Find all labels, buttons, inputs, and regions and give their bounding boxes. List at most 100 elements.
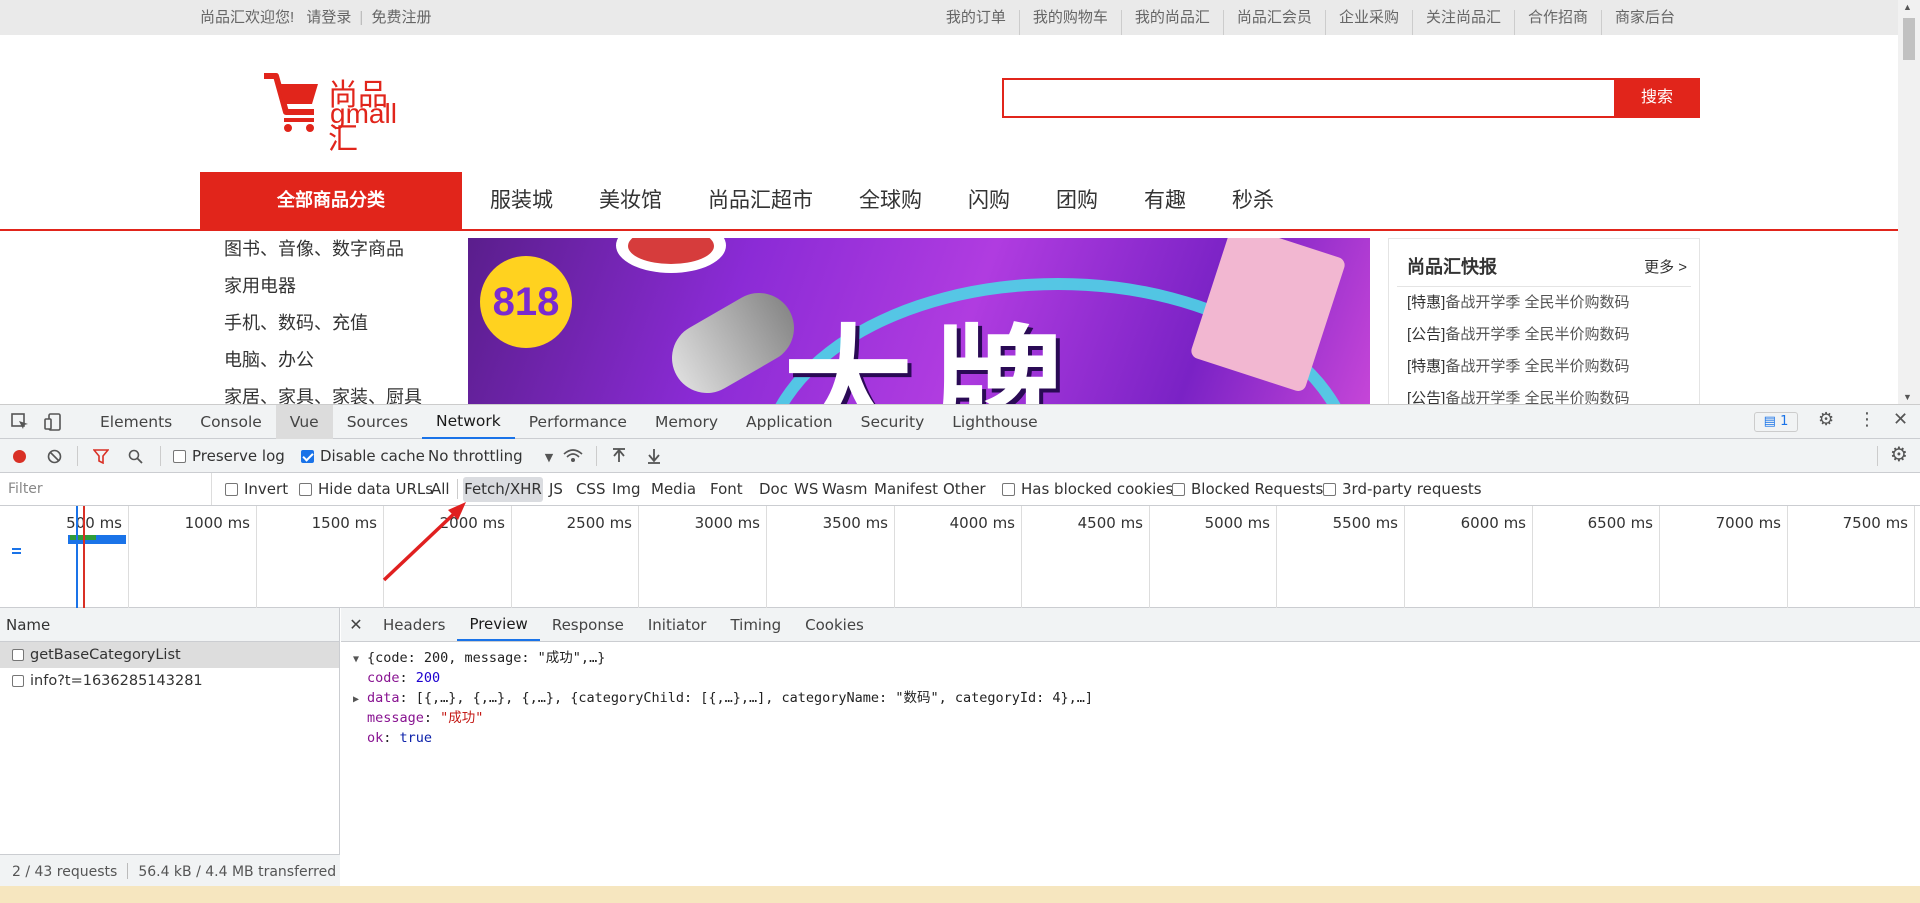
type-filter-ws[interactable]: WS — [794, 473, 818, 505]
all-categories-button[interactable]: 全部商品分类 — [200, 172, 462, 229]
type-filter-all[interactable]: All — [431, 473, 450, 505]
type-filter-media[interactable]: Media — [651, 473, 696, 505]
request-row[interactable]: info?t=1636285143281 — [0, 668, 339, 694]
preview-data-key: data — [367, 690, 400, 706]
settings-gear-icon[interactable]: ⚙ — [1818, 409, 1834, 430]
detail-tab-initiator[interactable]: Initiator — [636, 608, 719, 641]
more-options-icon[interactable]: ⋮ — [1858, 409, 1876, 430]
promo-banner[interactable]: 818 大牌 — [468, 238, 1370, 404]
nav-link[interactable]: 有趣 — [1116, 172, 1186, 229]
invert-checkbox[interactable]: Invert — [225, 473, 288, 505]
has-blocked-cookies-checkbox[interactable]: Has blocked cookies — [1002, 473, 1173, 505]
clear-icon[interactable] — [47, 449, 62, 464]
close-detail-icon[interactable]: ✕ — [341, 608, 371, 641]
expanded-triangle-icon[interactable]: ▼ — [353, 650, 367, 670]
top-link[interactable]: 关注尚品汇 — [1411, 10, 1514, 35]
top-link[interactable]: 我的订单 — [933, 10, 1019, 35]
type-filter-img[interactable]: Img — [612, 473, 641, 505]
nav-link[interactable]: 闪购 — [940, 172, 1010, 229]
devtools-tab-vue[interactable]: Vue — [275, 405, 333, 439]
register-link[interactable]: 免费注册 — [371, 9, 431, 26]
type-filter-js[interactable]: JS — [549, 473, 563, 505]
network-conditions-icon[interactable] — [563, 448, 583, 464]
export-har-icon[interactable] — [647, 448, 661, 464]
type-filter-font[interactable]: Font — [710, 473, 743, 505]
nav-link[interactable]: 全球购 — [831, 172, 922, 229]
top-link[interactable]: 合作招商 — [1513, 10, 1601, 35]
nav-link[interactable]: 秒杀 — [1204, 172, 1274, 229]
type-filter-wasm[interactable]: Wasm — [822, 473, 868, 505]
devtools-tab-security[interactable]: Security — [847, 405, 939, 439]
news-item[interactable]: [特惠]备战开学季 全民半价购数码 — [1389, 287, 1699, 319]
preview-data-line[interactable]: ▶ data: [{,…}, {,…}, {,…}, {categoryChild… — [353, 688, 1920, 708]
top-link[interactable]: 我的尚品汇 — [1120, 10, 1223, 35]
message-icon: ▤ — [1763, 414, 1776, 429]
scroll-down-icon[interactable]: ▼ — [1903, 392, 1912, 402]
detail-tab-response[interactable]: Response — [540, 608, 636, 641]
detail-tab-headers[interactable]: Headers — [371, 608, 457, 641]
news-more-link[interactable]: 更多 > — [1644, 256, 1687, 277]
detail-tab-preview[interactable]: Preview — [457, 608, 540, 641]
nav-link[interactable]: 服装城 — [462, 172, 553, 229]
close-devtools-icon[interactable]: ✕ — [1893, 409, 1908, 430]
blocked-requests-checkbox[interactable]: Blocked Requests — [1172, 473, 1323, 505]
type-filter-doc[interactable]: Doc — [759, 473, 788, 505]
detail-tab-timing[interactable]: Timing — [718, 608, 793, 641]
search-button[interactable]: 搜索 — [1614, 79, 1700, 117]
name-column-header[interactable]: Name — [0, 608, 339, 642]
scroll-up-icon[interactable]: ▲ — [1903, 2, 1912, 12]
collapsed-triangle-icon[interactable]: ▶ — [353, 690, 367, 710]
device-toolbar-icon[interactable] — [44, 413, 62, 431]
inspect-element-icon[interactable] — [11, 413, 29, 431]
top-link[interactable]: 商家后台 — [1600, 10, 1688, 35]
preserve-log-checkbox[interactable]: Preserve log — [173, 439, 285, 473]
news-item[interactable]: [公告]备战开学季 全民半价购数码 — [1389, 383, 1699, 404]
search-icon[interactable] — [128, 449, 143, 464]
devtools-tab-lighthouse[interactable]: Lighthouse — [938, 405, 1051, 439]
devtools-tab-application[interactable]: Application — [732, 405, 847, 439]
nav-link[interactable]: 团购 — [1028, 172, 1098, 229]
type-filter-other[interactable]: Other — [943, 473, 986, 505]
devtools-tab-sources[interactable]: Sources — [333, 405, 422, 439]
news-text: 备战开学季 全民半价购数码 — [1445, 358, 1630, 375]
nav-link[interactable]: 尚品汇超市 — [680, 172, 813, 229]
disable-cache-checkbox[interactable]: Disable cache — [301, 439, 425, 473]
devtools-tab-console[interactable]: Console — [186, 405, 276, 439]
site-logo[interactable]: 尚品汇 gmall — [262, 68, 412, 156]
top-link[interactable]: 我的购物车 — [1018, 10, 1121, 35]
category-item[interactable]: 手机、数码、充值 — [200, 305, 462, 342]
type-filter-css[interactable]: CSS — [576, 473, 606, 505]
news-item[interactable]: [公告]备战开学季 全民半价购数码 — [1389, 319, 1699, 351]
type-filter-manifest[interactable]: Manifest — [874, 473, 938, 505]
filter-icon[interactable] — [93, 449, 109, 464]
import-har-icon[interactable] — [612, 448, 626, 464]
third-party-checkbox[interactable]: 3rd-party requests — [1323, 473, 1482, 505]
type-filter-fetchxhr[interactable]: Fetch/XHR — [463, 477, 543, 502]
request-row[interactable]: getBaseCategoryList — [0, 642, 339, 668]
category-item[interactable]: 图书、音像、数字商品 — [200, 231, 462, 268]
news-item[interactable]: [特惠]备战开学季 全民半价购数码 — [1389, 351, 1699, 383]
devtools-tab-memory[interactable]: Memory — [641, 405, 732, 439]
nav-link[interactable]: 美妆馆 — [571, 172, 662, 229]
throttling-select[interactable]: No throttling ▼ — [428, 439, 553, 475]
devtools-tab-elements[interactable]: Elements — [86, 405, 186, 439]
login-link[interactable]: 请登录 — [306, 9, 351, 26]
devtools-tab-performance[interactable]: Performance — [515, 405, 641, 439]
search-input[interactable] — [1004, 80, 1614, 116]
category-item[interactable]: 电脑、办公 — [200, 342, 462, 379]
network-overview-timeline[interactable]: 500 ms 1000 ms 1500 ms 2000 ms 2500 ms 3000 m… — [0, 506, 1920, 608]
page-scrollbar[interactable]: ▲ ▼ — [1898, 0, 1920, 404]
category-item[interactable]: 家用电器 — [200, 268, 462, 305]
detail-tab-cookies[interactable]: Cookies — [793, 608, 876, 641]
filter-input[interactable]: Filter — [0, 473, 212, 505]
top-link[interactable]: 尚品汇会员 — [1222, 10, 1325, 35]
record-icon[interactable] — [12, 449, 27, 464]
hide-data-urls-checkbox[interactable]: Hide data URLs — [299, 473, 433, 505]
devtools-tab-network[interactable]: Network — [422, 405, 515, 439]
category-item[interactable]: 家居、家具、家装、厨具 — [200, 379, 462, 404]
preview-root-line[interactable]: ▼ {code: 200, message: "成功",…} — [353, 648, 1920, 668]
top-link[interactable]: 企业采购 — [1324, 10, 1412, 35]
issues-badge[interactable]: ▤ 1 — [1754, 412, 1798, 432]
scrollbar-thumb[interactable] — [1903, 18, 1915, 60]
network-settings-icon[interactable]: ⚙ — [1890, 442, 1908, 466]
